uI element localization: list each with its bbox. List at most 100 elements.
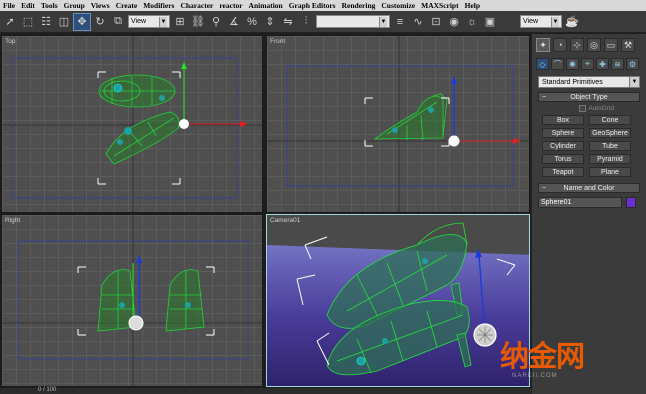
chevron-down-icon: ▼ [379,16,387,27]
cone-button[interactable]: Cone [589,115,631,125]
collapse-icon: − [541,184,547,192]
viewport-top[interactable]: Top [1,35,263,213]
primitive-type-value: Standard Primitives [542,78,603,86]
snap-icon[interactable]: ⚲ [208,14,224,30]
object-name-field[interactable]: Sphere01 [538,197,622,208]
spacewarps-icon[interactable]: ≋ [611,58,624,70]
schematic-icon[interactable]: ⊡ [428,14,444,30]
cylinder-button[interactable]: Cylinder [542,141,584,151]
menu-group[interactable]: Group [61,1,88,10]
viewport-label[interactable]: Right [5,217,20,224]
named-selection-select[interactable]: ▼ [316,15,390,28]
command-panel-tabs: ✦ ◔ ⊹ ◎ ▭ ⚒ [532,34,646,56]
align-icon[interactable]: ⫶ [298,14,314,30]
tube-button[interactable]: Tube [589,141,631,151]
viewport-label[interactable]: Front [270,38,285,45]
menu-modifiers[interactable]: Modifiers [140,1,177,10]
menu-views[interactable]: Views [88,1,113,10]
rotate-icon[interactable]: ↻ [92,14,108,30]
select-region-icon[interactable]: ⬚ [20,14,36,30]
menu-create[interactable]: Create [113,1,141,10]
viewport-right-scene [2,215,262,386]
modify-tab-icon[interactable]: ◔ [553,38,567,52]
menu-character[interactable]: Character [177,1,216,10]
name-and-color-row: Sphere01 [538,197,640,208]
lights-icon[interactable]: ✺ [566,58,579,70]
viewport-label[interactable]: Top [5,38,15,45]
menu-graph-editors[interactable]: Graph Editors [286,1,339,10]
geometry-icon[interactable]: ◇ [536,58,549,70]
utilities-tab-icon[interactable]: ⚒ [621,38,635,52]
menu-tools[interactable]: Tools [38,1,61,10]
reference-coord-value: View [131,18,147,25]
material-icon[interactable]: ◉ [446,14,462,30]
chevron-down-icon: ▼ [629,77,639,87]
time-slider[interactable]: 0 / 100 [0,387,531,394]
autogrid-checkbox[interactable] [579,105,587,112]
teapot-button[interactable]: Teapot [542,167,584,177]
frame-counter: 0 / 100 [38,387,57,393]
box-button[interactable]: Box [542,115,584,125]
menu-reactor[interactable]: reactor [216,1,245,10]
window-crossing-icon[interactable]: ◫ [56,14,72,30]
pyramid-button[interactable]: Pyramid [589,154,631,164]
select-by-name-icon[interactable]: ☷ [38,14,54,30]
helpers-icon[interactable]: ✚ [596,58,609,70]
render-view-select[interactable]: View ▼ [520,15,562,28]
watermark: 纳金网 NARKII.COM [500,340,620,388]
mirror-icon[interactable]: ⇋ [280,14,296,30]
menu-maxscript[interactable]: MAXScript [418,1,462,10]
name-and-color-title: Name and Color [563,184,615,192]
object-type-title: Object Type [570,93,608,101]
viewport-top-scene [2,36,262,212]
torus-button[interactable]: Torus [542,154,584,164]
viewport-label[interactable]: Camera01 [270,217,300,224]
menu-customize[interactable]: Customize [378,1,418,10]
move-icon[interactable]: ✥ [73,12,91,31]
layer-icon[interactable]: ≡ [392,14,408,30]
primitive-buttons: Box Cone Sphere GeoSphere Cylinder Tube … [542,115,646,177]
pivot-icon[interactable]: ⊞ [172,14,188,30]
menu-rendering[interactable]: Rendering [339,1,379,10]
link-icon[interactable]: ⛓ [190,14,206,30]
systems-icon[interactable]: ⚙ [626,58,639,70]
object-color-swatch[interactable] [626,197,636,208]
viewport-front[interactable]: Front [266,35,530,213]
main-toolbar: ➚ ⬚ ☷ ◫ ✥ ↻ ⧉ View ▼ ⊞ ⛓ ⚲ ∡ % ⇕ ⇋ ⫶ ▼ ≡… [0,11,646,33]
menu-animation[interactable]: Animation [246,1,286,10]
viewport-camera-scene [267,215,529,386]
display-tab-icon[interactable]: ▭ [604,38,618,52]
percent-snap-icon[interactable]: % [244,14,260,30]
motion-tab-icon[interactable]: ◎ [587,38,601,52]
name-and-color-rollout[interactable]: − Name and Color [538,183,640,193]
render-icon[interactable]: ☕ [564,14,580,30]
viewport-camera[interactable]: Camera01 [266,214,530,387]
hierarchy-tab-icon[interactable]: ⊹ [570,38,584,52]
render-view-value: View [523,18,539,25]
menu-bar: File Edit Tools Group Views Create Modif… [0,0,646,11]
sphere-button[interactable]: Sphere [542,128,584,138]
scale-icon[interactable]: ⧉ [110,14,126,30]
watermark-url: NARKII.COM [512,373,558,379]
geosphere-button[interactable]: GeoSphere [589,128,631,138]
select-arrow-icon[interactable]: ➚ [2,14,18,30]
autogrid-toggle[interactable]: AutoGrid [538,105,640,112]
angle-snap-icon[interactable]: ∡ [226,14,242,30]
category-buttons: ◇ ⌒ ✺ ⌖ ✚ ≋ ⚙ [532,56,646,72]
menu-edit[interactable]: Edit [18,1,38,10]
cameras-icon[interactable]: ⌖ [581,58,594,70]
viewport-right[interactable]: Right [1,214,263,387]
curve-editor-icon[interactable]: ∿ [410,14,426,30]
reference-coord-select[interactable]: View ▼ [128,15,170,28]
primitive-type-select[interactable]: Standard Primitives ▼ [538,76,640,88]
shapes-icon[interactable]: ⌒ [551,58,564,70]
create-tab-icon[interactable]: ✦ [536,38,550,52]
menu-file[interactable]: File [0,1,18,10]
watermark-logo: 纳金网 [500,339,585,373]
object-type-rollout[interactable]: − Object Type [538,92,640,102]
render-setup-icon[interactable]: ☼ [464,14,480,30]
quick-render-icon[interactable]: ▣ [482,14,498,30]
spinner-snap-icon[interactable]: ⇕ [262,14,278,30]
menu-help[interactable]: Help [462,1,483,10]
plane-button[interactable]: Plane [589,167,631,177]
